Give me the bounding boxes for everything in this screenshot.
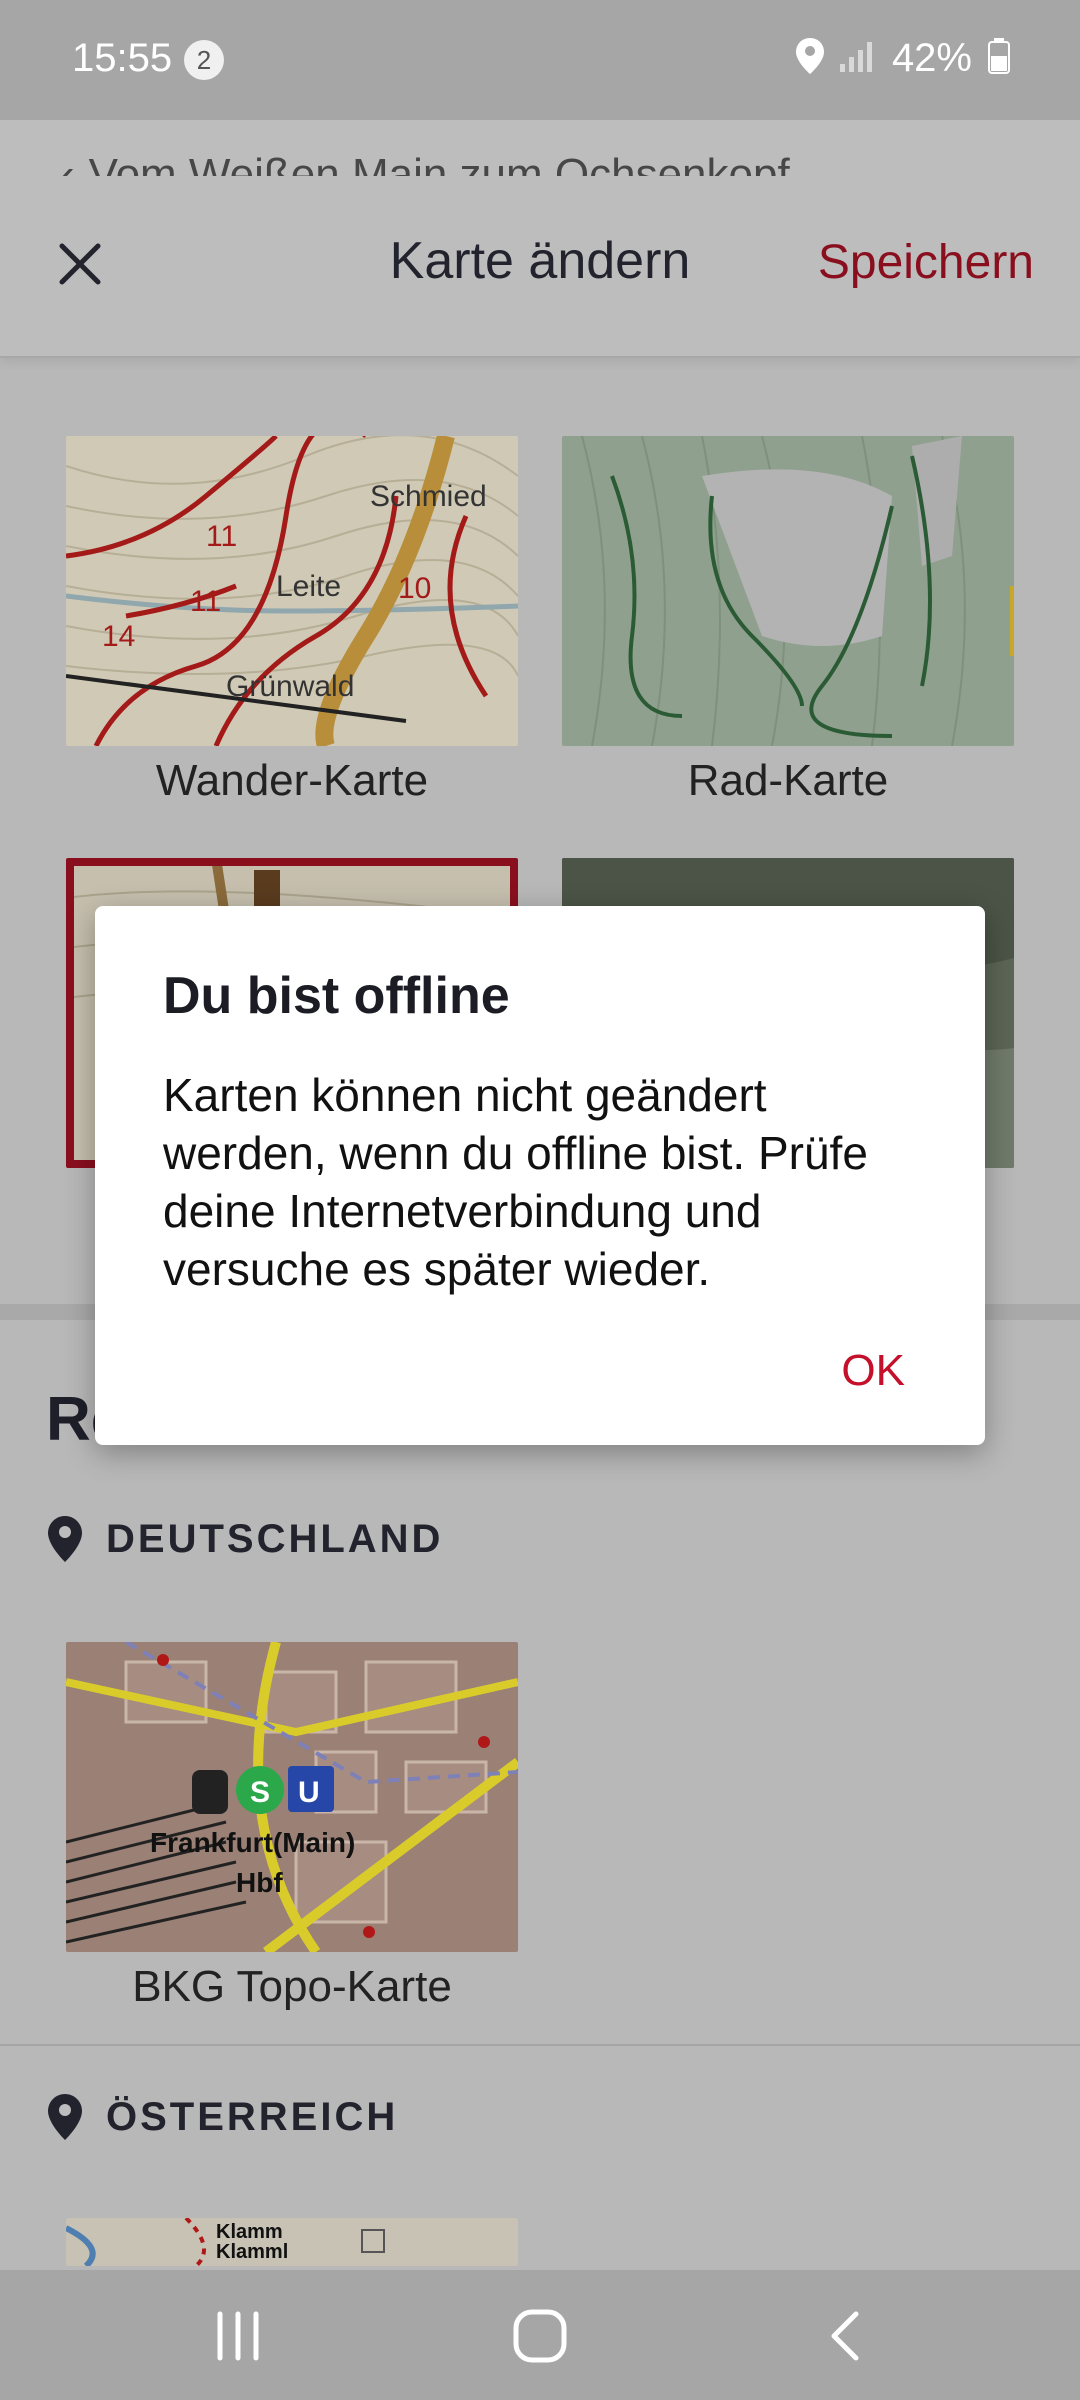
dialog-title: Du bist offline [163,967,510,1025]
dialog-message: Karten können nicht geändert werden, wen… [163,1069,868,1295]
home-button[interactable] [500,2304,580,2368]
recent-apps-icon [217,2311,259,2361]
back-button[interactable] [804,2304,884,2368]
screen: 15:55 2 42% ‹ Vom Weißen Main zum Ochsenk… [0,0,1080,2400]
navigation-bar [0,2270,1080,2400]
offline-dialog: Du bist offline Karten können nicht geän… [95,906,985,1445]
ok-button[interactable]: OK [841,1346,905,1396]
recent-apps-button[interactable] [198,2304,278,2368]
back-icon [831,2311,859,2361]
home-icon [513,2309,567,2363]
